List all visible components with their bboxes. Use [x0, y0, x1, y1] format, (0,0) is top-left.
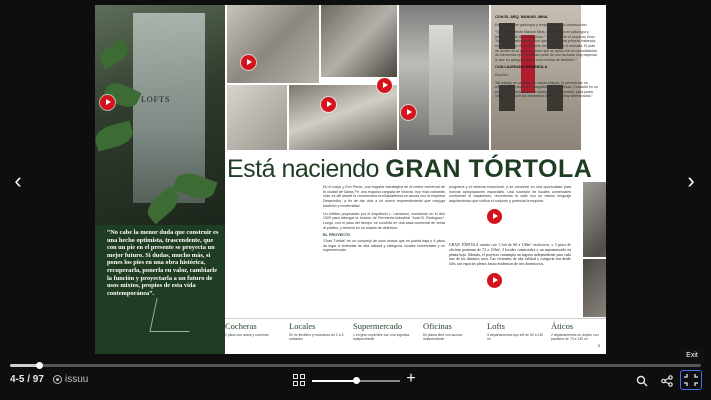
unit-supermercado: Supermercado 1 en gran superficie con un…	[353, 321, 423, 341]
previous-page-button[interactable]: ‹	[7, 168, 29, 194]
article-headline: Está naciendo GRAN TÓRTOLA	[227, 155, 606, 183]
credit-text: “Soy el arquitecto Manuel Mina, especial…	[495, 30, 598, 62]
interview-credits: CON EL ARQ. MANUEL MINA Especialista en …	[495, 15, 600, 102]
progress-fill	[10, 364, 40, 367]
brand-name: issuu	[65, 374, 89, 385]
zoom-fill	[312, 380, 356, 382]
facade-lettering: LOFTS	[141, 95, 171, 104]
share-button[interactable]	[661, 374, 673, 387]
unit-desc: 50 m² flexibles y modulares de 2 a 5 uni…	[289, 333, 344, 342]
interior-photo	[583, 182, 606, 257]
page-number: 5	[597, 343, 600, 348]
exit-fullscreen-button[interactable]	[680, 370, 702, 390]
video-play-icon[interactable]	[321, 97, 336, 112]
article-paragraph: Un edificio proyectado por el Arquitecto…	[323, 211, 445, 230]
article-lead: En el mayo y Eco Perón, una esquina estr…	[323, 185, 445, 208]
exit-fullscreen-icon	[684, 374, 698, 386]
video-play-icon[interactable]	[487, 209, 502, 224]
unit-desc: 2 departamentos en duplex con parrillero…	[551, 333, 599, 342]
credit-subtitle: Escultor.	[495, 72, 509, 77]
next-page-button[interactable]: ›	[680, 168, 702, 194]
exterior-photo	[583, 259, 606, 317]
progress-thumb[interactable]	[36, 362, 44, 369]
credit-role: CON EL ARQ. MANUEL MINA	[495, 15, 548, 19]
section-heading: EL PROYECTO	[323, 233, 351, 238]
unit-name: Oficinas	[423, 321, 452, 331]
search-icon	[636, 375, 648, 387]
magazine-spread[interactable]: LOFTS “No cabe la menor duda que constru…	[95, 5, 606, 354]
page-indicator: 4-5 / 97	[10, 374, 44, 385]
headline-light: Está naciendo	[227, 155, 386, 183]
unit-name: Locales	[289, 321, 316, 331]
unit-desc: 1 en gran superficie con una logística i…	[353, 333, 410, 342]
credit-role: CON LAURIANO EGGENOLA	[495, 65, 548, 70]
article-column: En el mayo y Eco Perón, una esquina estr…	[323, 185, 445, 253]
facade-detail-photo	[227, 5, 319, 83]
video-play-icon[interactable]	[100, 95, 115, 110]
article-paragraph: GRAN TÓRTOLA cuenta con 1 loft de 60 a 1…	[449, 243, 571, 267]
zoom-slider[interactable]	[312, 377, 400, 384]
search-button[interactable]	[636, 374, 648, 387]
unit-desc: 60 planta libre con acceso independiente	[423, 333, 463, 342]
article-column: GRAN TÓRTOLA cuenta con 1 loft de 60 a 1…	[449, 243, 571, 267]
zoom-thumb[interactable]	[353, 377, 360, 384]
grid-icon	[293, 374, 298, 379]
unit-name: Supermercado	[353, 321, 403, 331]
credit-subtitle: Especialista en patología y terapéutica …	[495, 22, 588, 27]
unit-name: Lofts	[487, 321, 505, 331]
grid-icon	[293, 381, 298, 386]
unit-cocheras: Cocheras 2 pisos con autos y cocheras	[225, 321, 285, 337]
unit-desc: 3 departamentos tipo loft de 60 a 130 m²	[487, 333, 544, 342]
share-icon	[661, 375, 673, 387]
unit-locales: Locales 50 m² flexibles y modulares de 2…	[289, 321, 349, 341]
tower-photo	[399, 5, 489, 150]
article-paragraph: “Gran Tórtola” es un complejo de usos mi…	[323, 239, 445, 253]
worker-photo	[321, 5, 397, 77]
restoration-photo	[289, 85, 397, 150]
video-play-icon[interactable]	[377, 78, 392, 93]
units-summary: Cocheras 2 pisos con autos y cocheras Lo…	[225, 318, 606, 354]
building-tower	[429, 25, 453, 135]
video-play-icon[interactable]	[487, 273, 502, 288]
page-progress-slider[interactable]	[10, 362, 701, 369]
ornament-photo	[227, 85, 287, 150]
building-entrance-photo: LOFTS	[95, 5, 225, 225]
unit-lofts: Lofts 3 departamentos tipo loft de 60 a …	[487, 321, 547, 341]
exit-tooltip: Exit	[679, 349, 705, 363]
unit-name: Áticos	[551, 321, 574, 331]
unit-name: Cocheras	[225, 321, 257, 331]
grid-icon	[300, 381, 305, 386]
pull-quote: “No cabe la menor duda que construir es …	[107, 229, 219, 297]
credit-text: “Mi trabajo se organizó en varias etapas…	[495, 80, 598, 99]
plant-leaf	[95, 120, 136, 152]
article-paragraph: programa y el sistema estructural, y se …	[449, 185, 571, 204]
unit-aticos: Áticos 2 departamentos en duplex con par…	[551, 321, 605, 341]
signature	[149, 298, 197, 332]
article-column: programa y el sistema estructural, y se …	[449, 185, 571, 204]
unit-oficinas: Oficinas 60 planta libre con acceso inde…	[423, 321, 483, 341]
issuu-logo[interactable]: issuu	[53, 374, 88, 385]
zoom-in-button[interactable]: +	[404, 371, 418, 387]
video-play-icon[interactable]	[401, 105, 416, 120]
video-play-icon[interactable]	[241, 55, 256, 70]
issuu-mark-icon	[53, 375, 62, 384]
unit-desc: 2 pisos con autos y cocheras	[225, 333, 269, 337]
grid-view-button[interactable]	[293, 374, 305, 386]
issuu-reader: LOFTS “No cabe la menor duda que constru…	[0, 0, 711, 400]
headline-bold: GRAN TÓRTOLA	[385, 155, 593, 183]
plant-leaf	[96, 38, 132, 70]
grid-icon	[300, 374, 305, 379]
